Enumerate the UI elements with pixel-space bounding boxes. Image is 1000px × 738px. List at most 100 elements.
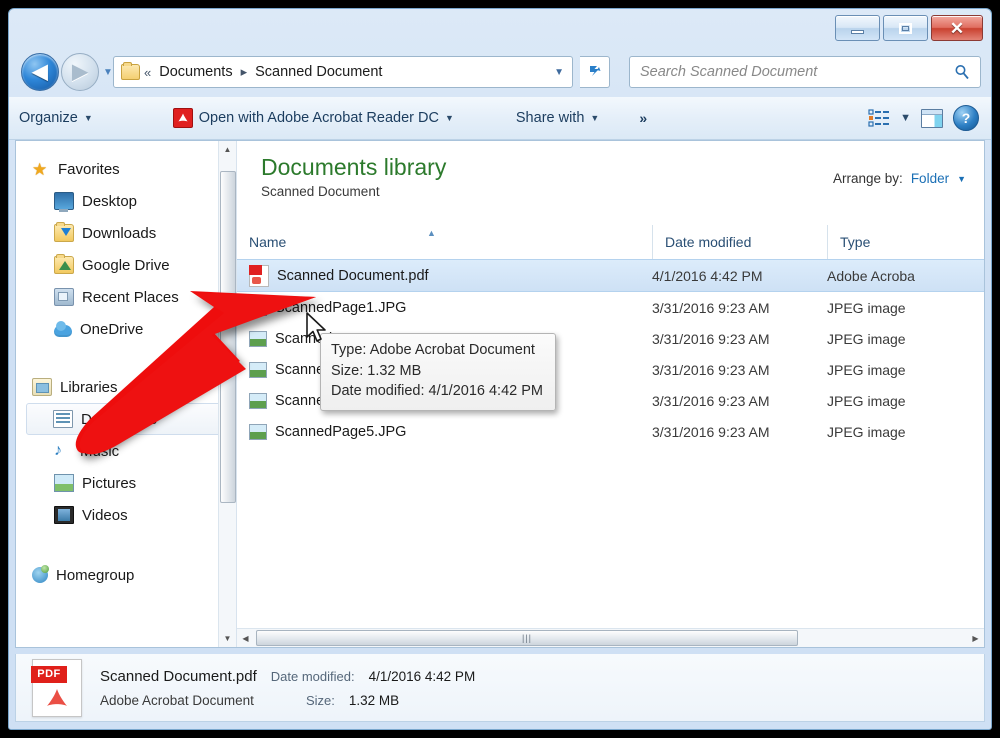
nav-group-homegroup: Homegroup	[16, 559, 236, 591]
tooltip-type: Type: Adobe Acrobat Document	[331, 342, 535, 358]
share-with-label: Share with	[515, 110, 585, 126]
chevron-down-icon: ▼	[590, 113, 600, 123]
details-line-1: Scanned Document.pdf Date modified: 4/1/…	[100, 668, 475, 685]
preview-pane-button[interactable]	[921, 108, 943, 128]
details-size-value: 1.32 MB	[348, 692, 400, 708]
table-row[interactable]: ScannedPage5.JPG 3/31/2016 9:23 AM JPEG …	[237, 416, 984, 447]
desktop-icon	[54, 192, 74, 212]
file-type: JPEG image	[827, 299, 906, 316]
history-dropdown-icon[interactable]: ▼	[103, 67, 113, 78]
scrollbar-thumb[interactable]: |||	[256, 630, 798, 646]
help-icon: ?	[961, 110, 971, 126]
file-name: Scanned Document.pdf	[277, 267, 429, 284]
share-with-button[interactable]: Share with ▼	[506, 106, 609, 130]
downloads-folder-icon	[54, 222, 74, 242]
details-text: Scanned Document.pdf Date modified: 4/1/…	[100, 668, 475, 708]
sidebar-item-google-drive[interactable]: Google Drive	[16, 249, 236, 281]
organize-label: Organize	[19, 110, 78, 126]
address-row: ◀ ▶ ▼ « Documents ▸ Scanned Document ▼ S…	[9, 47, 991, 97]
pdf-file-icon: PDF	[31, 658, 82, 717]
details-pane: PDF Scanned Document.pdf Date modified: …	[15, 654, 985, 722]
google-drive-icon	[54, 254, 74, 274]
search-input[interactable]: Search Scanned Document	[640, 64, 954, 80]
breadcrumb-item-scanned-document[interactable]: Scanned Document	[251, 62, 386, 82]
table-row[interactable]: ScannedPage1.JPG 3/31/2016 9:23 AM JPEG …	[237, 292, 984, 323]
breadcrumb-address-bar[interactable]: « Documents ▸ Scanned Document ▼	[113, 56, 573, 88]
sidebar-item-desktop[interactable]: Desktop	[16, 185, 236, 217]
sort-ascending-icon: ▲	[427, 228, 436, 238]
breadcrumb-double-sep[interactable]: «	[144, 65, 151, 80]
command-toolbar: Organize ▼ Open with Adobe Acrobat Reade…	[9, 97, 991, 140]
file-tooltip: Type: Adobe Acrobat Document Size: 1.32 …	[320, 333, 556, 411]
organize-button[interactable]: Organize ▼	[9, 106, 103, 130]
column-header-name[interactable]: Name ▲	[237, 225, 652, 259]
details-filename: Scanned Document.pdf	[100, 667, 257, 685]
star-icon: ★	[32, 160, 48, 179]
column-headers: Name ▲ Date modified Type	[237, 225, 984, 260]
sidebar-item-pictures[interactable]: Pictures	[16, 467, 236, 499]
file-type: JPEG image	[827, 330, 906, 347]
maximize-button[interactable]	[883, 15, 928, 41]
scroll-down-icon[interactable]: ▼	[219, 630, 236, 647]
column-header-date-modified[interactable]: Date modified	[652, 225, 827, 259]
search-box[interactable]: Search Scanned Document	[629, 56, 981, 88]
scroll-right-icon[interactable]: ▶	[967, 634, 984, 643]
chevron-down-icon: ▼	[83, 113, 93, 123]
back-arrow-icon: ◀	[32, 61, 48, 83]
refresh-icon	[589, 66, 600, 76]
details-date-label: Date modified:	[270, 668, 355, 684]
pdf-file-icon	[249, 264, 269, 287]
sidebar-item-favorites[interactable]: ★ Favorites	[16, 153, 236, 185]
explorer-window: ✕ ◀ ▶ ▼ « Documents ▸ Scanned Document ▼	[8, 8, 992, 730]
minimize-button[interactable]	[835, 15, 880, 41]
sidebar-item-videos[interactable]: Videos	[16, 499, 236, 531]
folder-icon	[121, 62, 140, 80]
breadcrumb-item-documents[interactable]: Documents	[155, 62, 236, 82]
pdf-badge: PDF	[31, 665, 67, 683]
table-row[interactable]: Scanned Document.pdf 4/1/2016 4:42 PM Ad…	[237, 259, 984, 292]
navigation-buttons: ◀ ▶ ▼	[21, 53, 113, 91]
arrange-by-control[interactable]: Arrange by: Folder ▼	[833, 171, 966, 186]
back-button[interactable]: ◀	[21, 53, 59, 91]
horizontal-scrollbar[interactable]: ◀ ||| ▶	[237, 628, 984, 647]
view-dropdown-icon[interactable]: ▼	[900, 112, 911, 124]
chevron-down-icon: ▼	[444, 113, 454, 123]
title-bar: ✕	[9, 9, 991, 47]
sidebar-item-homegroup[interactable]: Homegroup	[16, 559, 236, 591]
arrange-by-label: Arrange by:	[833, 171, 903, 186]
forward-button[interactable]: ▶	[61, 53, 99, 91]
chevron-down-icon[interactable]: ▼	[957, 174, 966, 184]
close-button[interactable]: ✕	[931, 15, 983, 41]
file-rows: Scanned Document.pdf 4/1/2016 4:42 PM Ad…	[237, 259, 984, 647]
scroll-up-icon[interactable]: ▲	[219, 141, 236, 158]
help-button[interactable]: ?	[953, 105, 979, 131]
pictures-icon	[54, 474, 74, 492]
breadcrumb-separator: ▸	[240, 64, 248, 79]
search-icon	[955, 65, 969, 80]
file-date: 3/31/2016 9:23 AM	[652, 330, 770, 347]
minimize-icon	[851, 30, 864, 34]
file-type: JPEG image	[827, 361, 906, 378]
window-controls: ✕	[835, 15, 983, 41]
column-header-type[interactable]: Type	[827, 225, 984, 259]
scroll-left-icon[interactable]: ◀	[237, 634, 254, 643]
sidebar-label: Homegroup	[56, 566, 135, 584]
change-view-button[interactable]	[868, 108, 890, 128]
toolbar-right-group: ▼ ?	[868, 105, 991, 131]
refresh-button[interactable]	[580, 56, 610, 88]
column-label: Name	[249, 234, 287, 250]
red-arrow-annotation	[75, 291, 316, 455]
details-size-label: Size:	[306, 692, 335, 708]
adobe-acrobat-icon	[172, 108, 193, 128]
sidebar-item-downloads[interactable]: Downloads	[16, 217, 236, 249]
toolbar-overflow-button[interactable]: »	[627, 110, 659, 126]
arrange-by-value[interactable]: Folder	[911, 171, 949, 186]
file-date: 3/31/2016 9:23 AM	[652, 423, 770, 440]
file-type: JPEG image	[827, 392, 906, 409]
sidebar-label: Videos	[82, 506, 128, 524]
chevron-down-icon[interactable]: ▼	[554, 67, 572, 78]
open-with-acrobat-button[interactable]: Open with Adobe Acrobat Reader DC ▼	[163, 104, 464, 132]
details-line-2: Adobe Acrobat Document Size: 1.32 MB	[100, 693, 475, 708]
forward-arrow-icon: ▶	[72, 61, 88, 83]
sidebar-label: Google Drive	[82, 256, 170, 274]
